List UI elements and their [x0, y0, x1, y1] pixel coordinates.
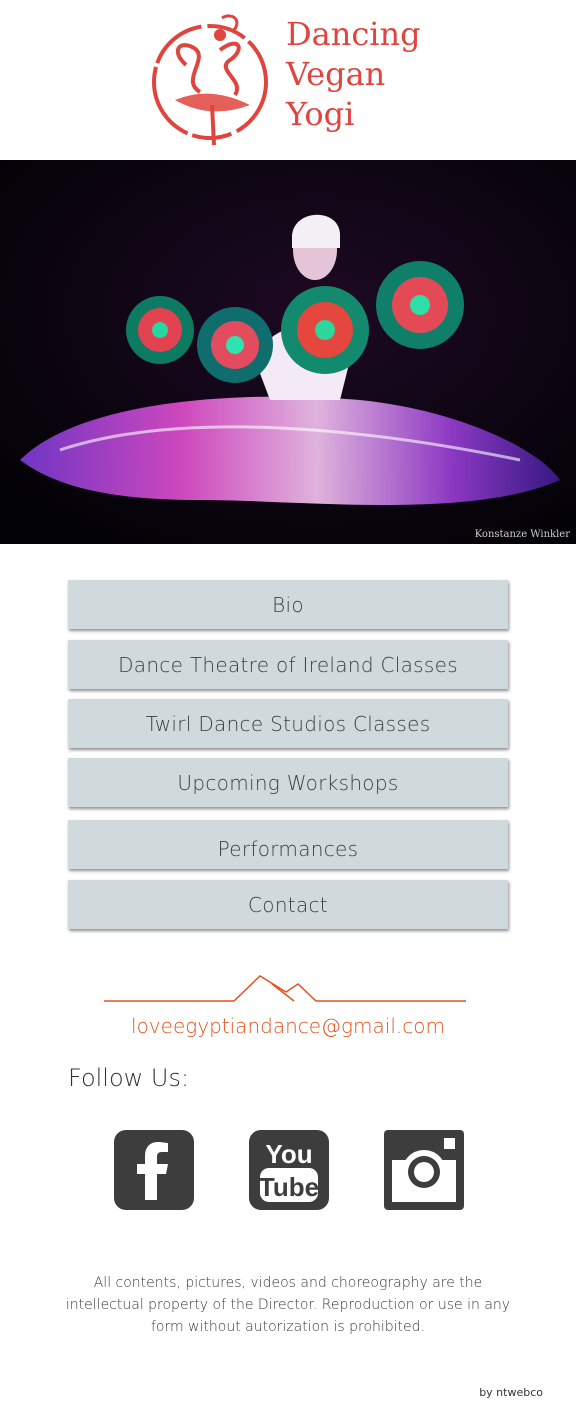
dancer-logo-icon: [152, 14, 268, 146]
brand-line-1: Dancing: [286, 15, 421, 53]
menu-item-workshops[interactable]: Upcoming Workshops: [68, 758, 508, 807]
developer-credit-link[interactable]: by ntwebco: [479, 1386, 543, 1399]
menu-item-contact[interactable]: Contact: [68, 880, 508, 929]
whirling-dancer-photo: [0, 160, 576, 544]
brand-line-2: Vegan: [286, 55, 386, 93]
facebook-link[interactable]: [114, 1130, 194, 1210]
hero-image: Konstanze Winkler: [0, 160, 576, 544]
menu-item-twirl-classes[interactable]: Twirl Dance Studios Classes: [68, 699, 508, 748]
mountain-divider-icon: [104, 975, 466, 1002]
facebook-icon: [114, 1130, 194, 1210]
menu-item-performances[interactable]: Performances: [68, 820, 508, 869]
photo-credit: Konstanze Winkler: [474, 529, 570, 540]
menu-item-bio[interactable]: Bio: [68, 580, 508, 629]
legal-notice: All contents, pictures, videos and chore…: [65, 1275, 511, 1335]
youtube-link[interactable]: You Tube: [249, 1130, 329, 1210]
brand-line-3: Yogi: [286, 95, 355, 133]
svg-text:You: You: [265, 1139, 312, 1169]
svg-text:Tube: Tube: [259, 1172, 319, 1202]
brand-name: Dancing Vegan Yogi: [286, 14, 421, 134]
follow-us-heading: Follow Us:: [68, 1064, 190, 1092]
menu-item-dance-theatre-classes[interactable]: Dance Theatre of Ireland Classes: [68, 640, 508, 689]
instagram-icon: [384, 1130, 464, 1210]
site-logo[interactable]: Dancing Vegan Yogi: [0, 0, 576, 160]
instagram-link[interactable]: [384, 1130, 464, 1210]
contact-email-link[interactable]: loveegyptiandance@gmail.com: [0, 1014, 576, 1038]
youtube-icon: You Tube: [249, 1130, 329, 1210]
